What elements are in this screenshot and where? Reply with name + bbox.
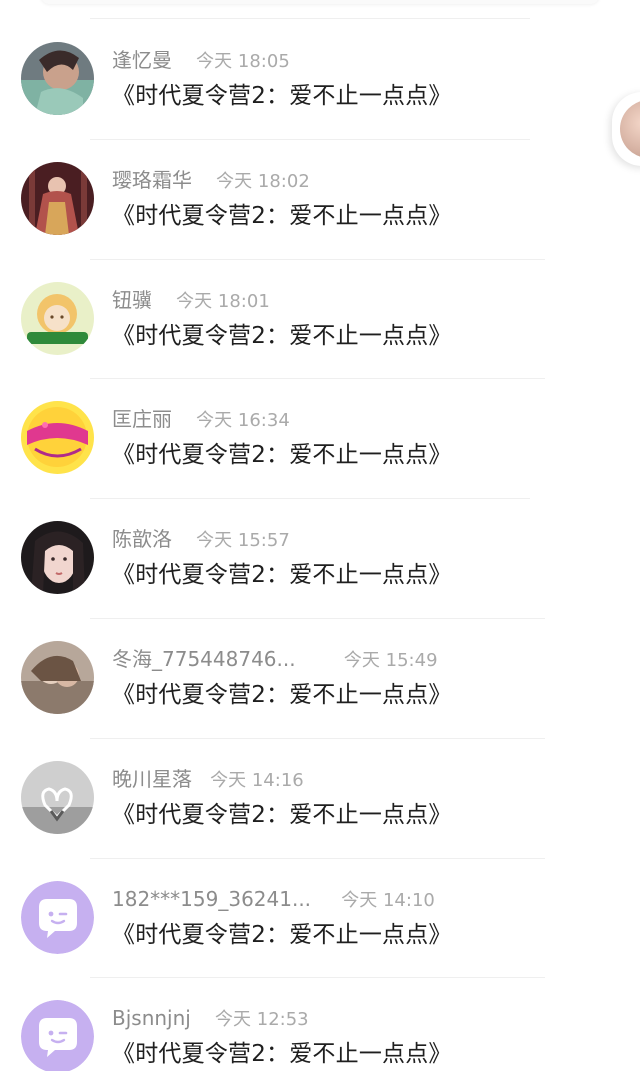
default-chat-avatar-icon[interactable] [21, 880, 94, 954]
sender-name: 陈歆洛 [112, 527, 172, 552]
sender-name: 逢忆曼 [112, 48, 172, 72]
message-text: 《时代夏令营2：爱不止一点点》 [112, 322, 452, 349]
avatar[interactable] [21, 281, 94, 355]
message-time: 今天 18:02 [216, 170, 310, 192]
avatar[interactable] [21, 161, 94, 235]
avatar[interactable] [21, 521, 94, 595]
message-meta: Bjsnnjnj 今天 12:53 [112, 1006, 309, 1030]
message-row[interactable]: 璎珞霜华 今天 18:02 《时代夏令营2：爱不止一点点》 [0, 140, 640, 260]
message-text: 《时代夏令营2：爱不止一点点》 [112, 801, 452, 828]
message-time: 今天 18:01 [176, 290, 270, 312]
message-meta: 璎珞霜华 今天 18:02 [112, 168, 310, 192]
sender-name: Bjsnnjnj [112, 1006, 191, 1031]
message-time: 今天 14:10 [341, 889, 435, 911]
avatar[interactable] [21, 760, 94, 834]
message-meta: 冬海_775448746... 今天 15:49 [112, 647, 438, 671]
message-row[interactable]: 晚川星落 今天 14:16 《时代夏令营2：爱不止一点点》 [0, 739, 640, 859]
message-row[interactable]: 逢忆曼 今天 18:05 《时代夏令营2：爱不止一点点》 [0, 20, 640, 140]
message-meta: 钮骥 今天 18:01 [112, 288, 270, 312]
message-text: 《时代夏令营2：爱不止一点点》 [112, 1041, 452, 1068]
message-time: 今天 15:57 [196, 530, 290, 552]
message-text: 《时代夏令营2：爱不止一点点》 [112, 442, 452, 469]
message-row[interactable]: Bjsnnjnj 今天 12:53 《时代夏令营2：爱不止一点点》 [0, 978, 640, 1071]
sender-name: 钮骥 [112, 287, 152, 312]
avatar[interactable] [21, 42, 94, 115]
sender-name: 182***159_36241... [112, 886, 312, 911]
message-row[interactable]: 陈歆洛 今天 15:57 《时代夏令营2：爱不止一点点》 [0, 499, 640, 619]
message-text: 《时代夏令营2：爱不止一点点》 [112, 202, 452, 229]
message-text: 《时代夏令营2：爱不止一点点》 [112, 83, 452, 109]
default-chat-avatar-icon[interactable] [21, 1000, 94, 1071]
avatar[interactable] [21, 401, 94, 475]
message-meta: 逢忆曼 今天 18:05 [112, 48, 290, 72]
sender-name: 晚川星落 [112, 766, 192, 791]
message-time: 今天 15:49 [343, 649, 438, 671]
top-bar-edge [40, 0, 600, 4]
divider [90, 18, 530, 19]
message-list: 逢忆曼 今天 18:05 《时代夏令营2：爱不止一点点》 璎珞霜华 今天 18:… [0, 20, 640, 1071]
sender-name: 璎珞霜华 [112, 167, 192, 192]
message-row[interactable]: 冬海_775448746... 今天 15:49 《时代夏令营2：爱不止一点点》 [0, 619, 640, 739]
avatar[interactable] [21, 640, 94, 714]
message-meta: 182***159_36241... 今天 14:10 [112, 887, 435, 911]
message-time: 今天 18:05 [196, 51, 290, 72]
message-text: 《时代夏令营2：爱不止一点点》 [112, 681, 452, 708]
message-time: 今天 16:34 [196, 410, 290, 432]
message-time: 今天 14:16 [210, 769, 304, 791]
message-row[interactable]: 182***159_36241... 今天 14:10 《时代夏令营2：爱不止一… [0, 859, 640, 979]
message-row[interactable]: 钮骥 今天 18:01 《时代夏令营2：爱不止一点点》 [0, 260, 640, 380]
message-text: 《时代夏令营2：爱不止一点点》 [112, 921, 452, 948]
message-time: 今天 12:53 [215, 1009, 309, 1031]
message-text: 《时代夏令营2：爱不止一点点》 [112, 562, 452, 589]
sender-name: 匡庄丽 [112, 407, 172, 432]
message-row[interactable]: 匡庄丽 今天 16:34 《时代夏令营2：爱不止一点点》 [0, 379, 640, 500]
sender-name: 冬海_775448746... [112, 646, 296, 671]
message-meta: 陈歆洛 今天 15:57 [112, 527, 290, 551]
message-meta: 晚川星落 今天 14:16 [112, 767, 304, 791]
message-list-page: 逢忆曼 今天 18:05 《时代夏令营2：爱不止一点点》 璎珞霜华 今天 18:… [0, 0, 640, 1071]
message-meta: 匡庄丽 今天 16:34 [112, 407, 290, 431]
floating-avatar-image [620, 100, 640, 158]
